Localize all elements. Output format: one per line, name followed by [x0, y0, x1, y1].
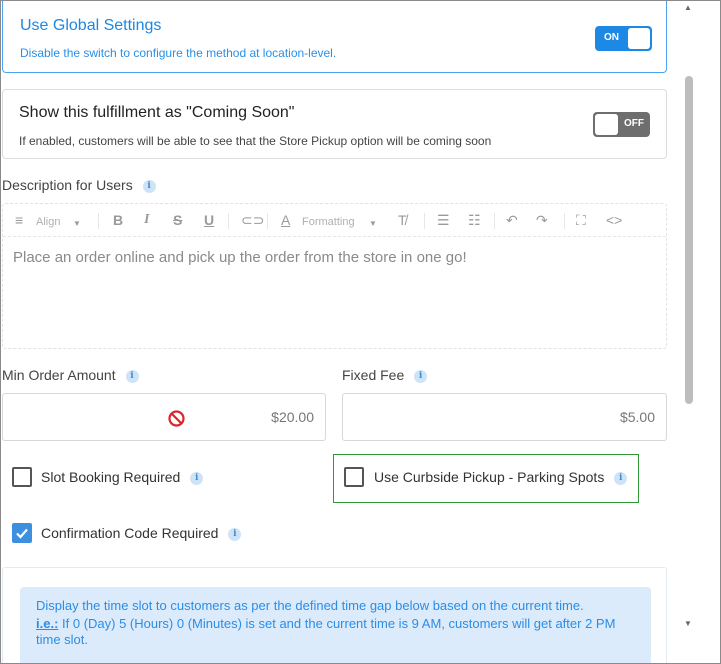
- strikethrough-icon[interactable]: S: [173, 212, 182, 228]
- min-order-label-row: Min Order Amount i: [2, 367, 139, 383]
- underline-icon[interactable]: U: [204, 212, 214, 228]
- notice-line-1: Display the time slot to customers as pe…: [36, 598, 584, 613]
- info-icon[interactable]: i: [414, 369, 428, 383]
- bulleted-list-icon[interactable]: ☰: [437, 212, 450, 228]
- confirmation-code-checkbox[interactable]: [12, 523, 32, 543]
- toolbar-divider: [564, 213, 565, 229]
- font-color-icon[interactable]: A: [281, 212, 290, 228]
- fixed-fee-value: $5.00: [619, 409, 655, 425]
- toolbar-divider: [228, 213, 229, 229]
- fixed-fee-input[interactable]: $5.00: [342, 393, 667, 441]
- redo-icon[interactable]: ↷: [536, 212, 548, 228]
- toggle-on-label: ON: [604, 32, 619, 43]
- fixed-fee-label-row: Fixed Fee i: [342, 367, 428, 383]
- coming-soon-subtitle: If enabled, customers will be able to se…: [19, 134, 492, 148]
- global-settings-subtitle: Disable the switch to configure the meth…: [20, 46, 337, 60]
- fixed-fee-label: Fixed Fee: [342, 367, 405, 383]
- chevron-down-icon[interactable]: ▼: [73, 216, 81, 232]
- min-order-value: $20.00: [271, 409, 314, 425]
- checkmark-icon: [16, 528, 28, 539]
- confirmation-code-label-row: Confirmation Code Required i: [41, 525, 242, 541]
- time-slot-section: Display the time slot to customers as pe…: [2, 567, 667, 663]
- global-settings-card: Use Global Settings Disable the switch t…: [2, 1, 667, 73]
- align-dropdown[interactable]: Align: [36, 214, 60, 230]
- clear-formatting-icon[interactable]: T̸: [398, 212, 407, 228]
- info-icon[interactable]: i: [125, 369, 139, 383]
- italic-icon[interactable]: I: [144, 212, 149, 228]
- toolbar-divider: [267, 213, 268, 229]
- description-label-row: Description for Users i: [2, 177, 156, 193]
- slot-booking-checkbox[interactable]: [12, 467, 32, 487]
- global-settings-title: Use Global Settings: [20, 17, 162, 34]
- scroll-up-arrow-icon[interactable]: ▲: [684, 3, 692, 12]
- slot-booking-label-row: Slot Booking Required i: [41, 469, 204, 485]
- coming-soon-card: Show this fulfillment as "Coming Soon" I…: [2, 89, 667, 159]
- align-icon[interactable]: ≡: [15, 212, 23, 228]
- curbside-label: Use Curbside Pickup - Parking Spots: [374, 469, 605, 485]
- editor-toolbar: ≡ Align ▼ B I S U ⊂⊃ A Formatting ▼ T̸ ☰…: [3, 204, 666, 237]
- time-slot-notice: Display the time slot to customers as pe…: [20, 587, 651, 663]
- min-order-input[interactable]: $20.00: [2, 393, 326, 441]
- numbered-list-icon[interactable]: ☷: [468, 212, 481, 228]
- toggle-knob: [628, 28, 650, 49]
- toggle-knob: [595, 114, 618, 135]
- toggle-off-label: OFF: [624, 118, 644, 129]
- description-label: Description for Users: [2, 177, 133, 193]
- info-icon[interactable]: i: [228, 527, 242, 541]
- coming-soon-toggle[interactable]: OFF: [593, 112, 650, 137]
- bold-icon[interactable]: B: [113, 212, 123, 228]
- global-settings-toggle[interactable]: ON: [595, 26, 652, 51]
- coming-soon-title: Show this fulfillment as "Coming Soon": [19, 104, 295, 121]
- formatting-dropdown[interactable]: Formatting: [302, 214, 355, 230]
- toolbar-divider: [424, 213, 425, 229]
- code-view-icon[interactable]: <>: [606, 212, 622, 228]
- slot-booking-label: Slot Booking Required: [41, 469, 181, 485]
- no-entry-icon: [168, 410, 185, 427]
- info-icon[interactable]: i: [190, 471, 204, 485]
- link-icon[interactable]: ⊂⊃: [241, 212, 264, 228]
- toolbar-divider: [98, 213, 99, 229]
- notice-line-2: i.e.: If 0 (Day) 5 (Hours) 0 (Minutes) i…: [36, 616, 636, 648]
- notice-ie: i.e.:: [36, 616, 59, 631]
- editor-content[interactable]: Place an order online and pick up the or…: [13, 249, 467, 266]
- info-icon[interactable]: i: [142, 179, 156, 193]
- info-icon[interactable]: i: [614, 471, 628, 485]
- curbside-checkbox[interactable]: [344, 467, 364, 487]
- undo-icon[interactable]: ↶: [506, 212, 518, 228]
- curbside-label-row: Use Curbside Pickup - Parking Spots i: [374, 469, 628, 485]
- description-editor[interactable]: ≡ Align ▼ B I S U ⊂⊃ A Formatting ▼ T̸ ☰…: [2, 203, 667, 349]
- scrollbar-thumb[interactable]: [685, 76, 693, 404]
- chevron-down-icon[interactable]: ▼: [369, 216, 377, 232]
- notice-example: If 0 (Day) 5 (Hours) 0 (Minutes) is set …: [36, 616, 616, 647]
- fullscreen-icon[interactable]: ⛶: [576, 212, 586, 228]
- confirmation-code-label: Confirmation Code Required: [41, 525, 219, 541]
- settings-panel: Use Global Settings Disable the switch t…: [0, 0, 721, 664]
- scroll-down-arrow-icon[interactable]: ▼: [684, 619, 692, 628]
- toolbar-divider: [494, 213, 495, 229]
- min-order-label: Min Order Amount: [2, 367, 116, 383]
